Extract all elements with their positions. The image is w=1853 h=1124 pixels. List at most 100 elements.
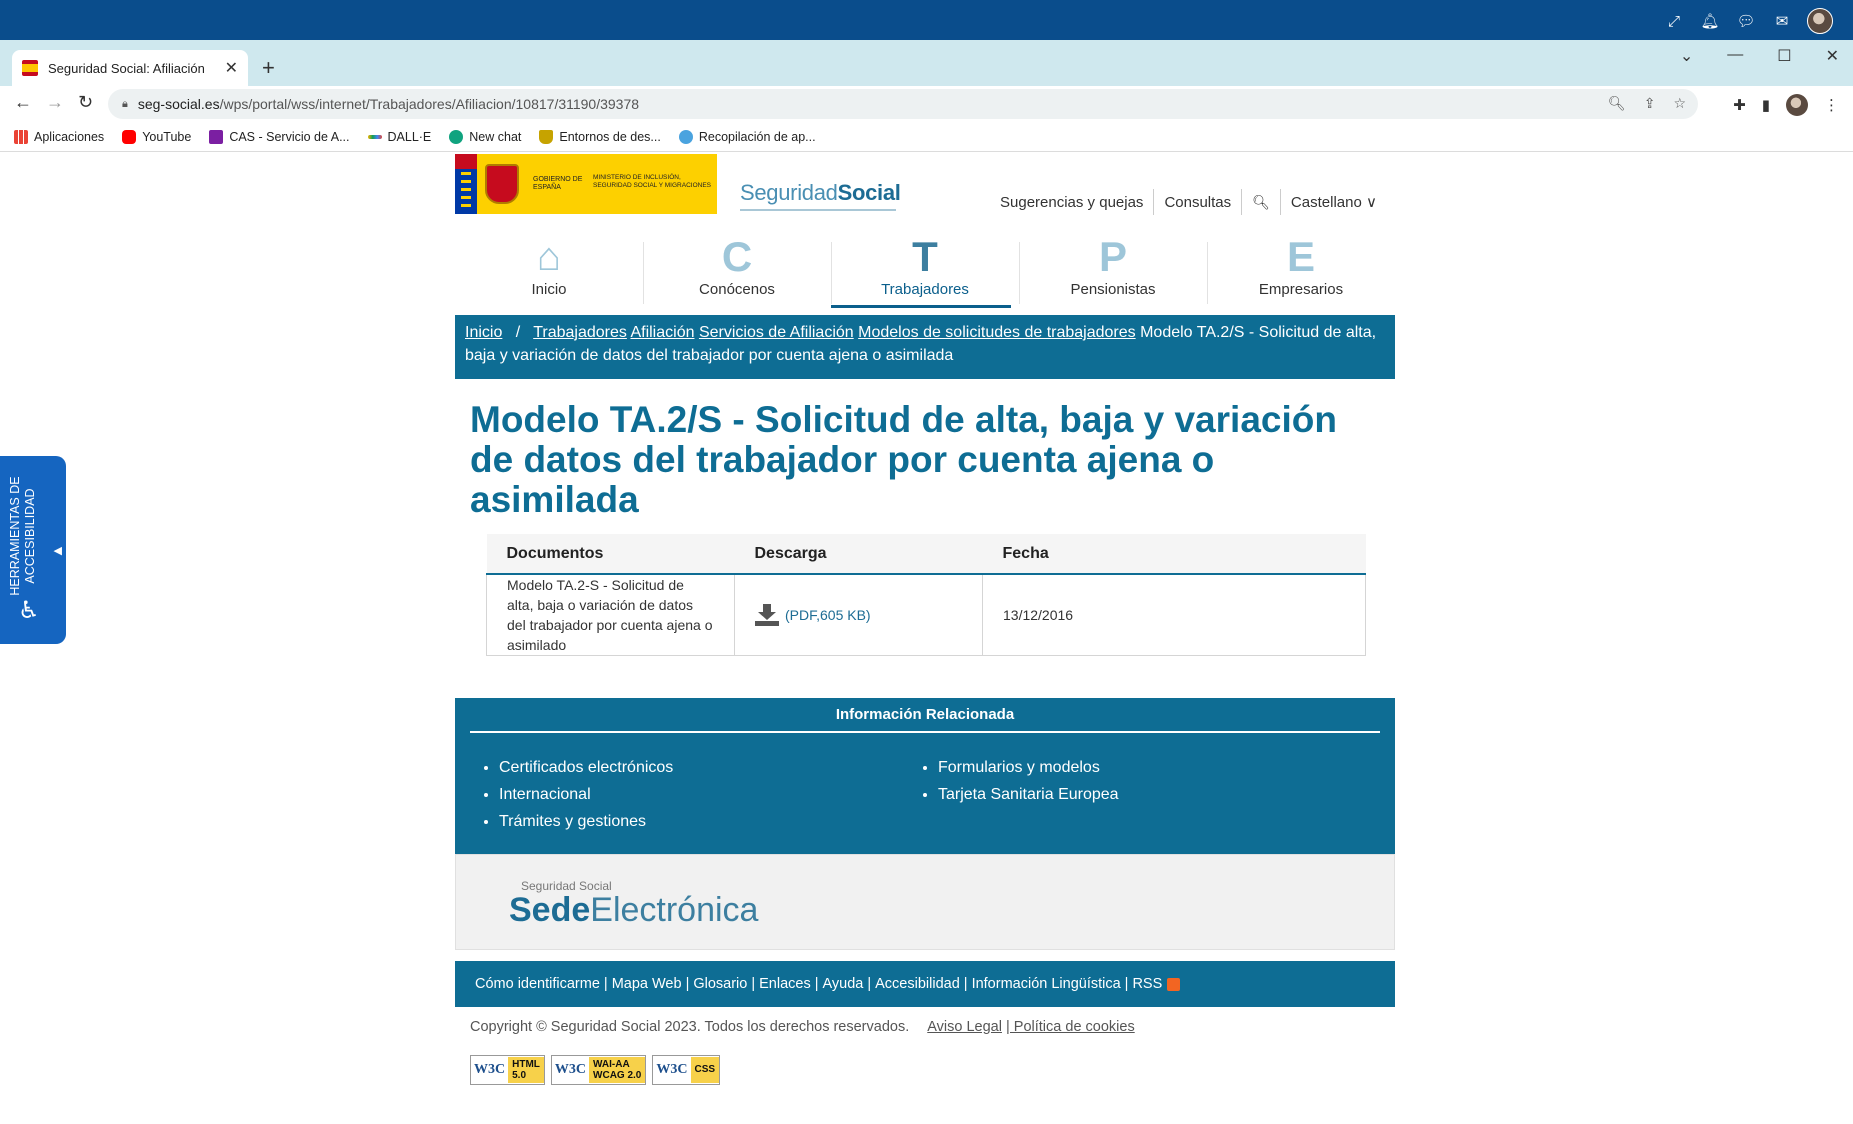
table-row: Modelo TA.2-S - Solicitud de alta, baja … [486,573,1366,656]
bookmarks-bar: Aplicaciones YouTube CAS - Servicio de A… [0,122,1853,152]
brand-bold: Social [837,180,901,205]
nav-label: Trabajadores [881,281,969,298]
bookmark-cas[interactable]: CAS - Servicio de A... [209,129,350,144]
breadcrumb: Inicio / Trabajadores Afiliación Servici… [455,315,1395,379]
w3c-badges: W3C HTML 5.0 W3C WAI-AA WCAG 2.0 W3C CSS [470,1055,721,1085]
w3c-text: W3C [656,1062,688,1077]
nav-label: Pensionistas [1070,281,1156,298]
mail-icon[interactable]: ✉ [1771,10,1793,32]
related-link[interactable]: Trámites y gestiones [499,808,673,835]
bookmark-label: Aplicaciones [34,129,105,144]
breadcrumb-afiliacion[interactable]: Afiliación [630,324,694,341]
badge-text: CSS [690,1057,720,1083]
seguridad-social-logo[interactable]: SeguridadSocial [740,180,901,206]
bell-icon[interactable]: 🔔︎ [1699,10,1721,32]
bookmark-star-icon[interactable]: ☆ [1673,95,1686,112]
badge-text: HTML 5.0 [508,1057,544,1083]
related-link[interactable]: Formularios y modelos [938,754,1119,781]
url-input[interactable]: 🔒︎ seg-social.es /wps/portal/wss/interne… [108,89,1698,119]
extensions-icon[interactable]: ✚ [1733,96,1746,114]
bookmark-entornos[interactable]: Entornos de des... [539,129,661,144]
browser-tabstrip: Seguridad Social: Afiliación ✕ + [0,40,1853,86]
breadcrumb-separator: / [515,324,521,341]
nav-conocenos[interactable]: C Conócenos [643,234,831,308]
minimize-icon[interactable]: — [1727,46,1743,66]
footer-link-identificarme[interactable]: Cómo identificarme [475,976,600,992]
bookmark-recopilacion[interactable]: Recopilación de ap... [678,129,816,144]
breadcrumb-servicios[interactable]: Servicios de Afiliación [699,324,854,341]
expand-icon[interactable]: ⤢ [1663,10,1685,32]
related-link[interactable]: Tarjeta Sanitaria Europea [938,781,1119,808]
chat-icon[interactable]: 💬︎ [1735,10,1757,32]
tab-title: Seguridad Social: Afiliación [48,60,205,76]
w3c-wcag-badge[interactable]: W3C WAI-AA WCAG 2.0 [550,1055,647,1085]
nav-inicio[interactable]: ⌂ Inicio [455,234,643,308]
breadcrumb-modelos[interactable]: Modelos de solicitudes de trabajadores [858,324,1136,341]
tab-search-icon[interactable]: ⌄ [1680,46,1693,66]
queries-link[interactable]: Consultas [1164,194,1231,211]
nav-pensionistas[interactable]: P Pensionistas [1019,234,1207,308]
letter-t-icon: T [912,233,938,280]
documents-table: Documentos Descarga Fecha Modelo TA.2-S … [486,534,1366,656]
back-icon[interactable]: ← [14,92,32,113]
bookmark-dalle[interactable]: DALL·E [367,130,431,144]
close-tab-icon[interactable]: ✕ [225,58,238,78]
aviso-legal-link[interactable]: Aviso Legal [927,1019,1002,1035]
profile-avatar[interactable] [1786,94,1808,116]
maximize-icon[interactable]: ☐ [1777,46,1791,66]
menu-dots-icon[interactable]: ⋮ [1824,96,1839,114]
footer-link-rss[interactable]: RSS [1132,976,1162,992]
breadcrumb-home[interactable]: Inicio [465,324,502,341]
w3c-text: W3C [554,1062,587,1077]
bookmark-label: CAS - Servicio de A... [229,129,350,144]
cookies-link[interactable]: | Política de cookies [1006,1019,1135,1035]
nav-label: Conócenos [699,281,775,298]
share-icon[interactable]: ⇪ [1644,95,1656,112]
bookmark-aplicaciones[interactable]: Aplicaciones [14,129,105,144]
w3c-text: W3C [474,1062,506,1077]
lock-icon[interactable]: 🔒︎ [122,98,128,111]
brand-underline [740,209,896,211]
nav-empresarios[interactable]: E Empresarios [1207,234,1395,308]
download-link[interactable]: (PDF,605 KB) [755,604,962,626]
forward-icon[interactable]: → [46,92,64,113]
cloud-icon [678,129,693,144]
gobierno-logo[interactable]: GOBIERNO DE ESPAÑA MINISTERIO DE INCLUSI… [455,154,717,214]
suggestions-link[interactable]: Sugerencias y quejas [1000,194,1143,211]
footer-link-ayuda[interactable]: Ayuda [823,976,864,992]
sede-electronica-banner[interactable]: Seguridad Social SedeElectrónica [455,854,1395,950]
col-documentos: Documentos [486,534,735,575]
bookmark-label: New chat [469,129,522,144]
close-window-icon[interactable]: ✕ [1826,46,1839,66]
accessibility-person-icon: ♿︎ [18,597,40,624]
coat-of-arms-icon [485,164,519,204]
w3c-css-badge[interactable]: W3C CSS [652,1055,721,1085]
footer-link-accesibilidad[interactable]: Accesibilidad [875,976,960,992]
browser-tab[interactable]: Seguridad Social: Afiliación ✕ [12,50,248,86]
address-bar-row: ← → ↻ 🔒︎ seg-social.es /wps/portal/wss/i… [0,86,1853,122]
zoom-icon[interactable]: 🔍︎ [1608,95,1626,112]
related-link[interactable]: Internacional [499,781,673,808]
rss-icon[interactable] [1167,977,1181,991]
user-avatar[interactable] [1807,8,1833,34]
sidepanel-icon[interactable]: ▮ [1762,96,1770,114]
footer-link-info-linguistica[interactable]: Información Lingüística [972,976,1121,992]
new-tab-button[interactable]: + [262,55,275,81]
footer-link-enlaces[interactable]: Enlaces [759,976,811,992]
accessibility-tools-tab[interactable]: HERRAMIENTAS DE ACCESIBILIDAD ◀ ♿︎ [0,456,66,644]
related-list-right: Formularios y modelos Tarjeta Sanitaria … [922,754,1119,808]
bookmark-youtube[interactable]: YouTube [122,129,191,144]
footer-link-glosario[interactable]: Glosario [693,976,747,992]
language-selector[interactable]: Castellano ∨ [1291,193,1377,211]
search-icon[interactable]: 🔍︎ [1252,194,1270,211]
w3c-html5-badge[interactable]: W3C HTML 5.0 [470,1055,545,1085]
reload-icon[interactable]: ↻ [78,92,93,113]
breadcrumb-trabajadores[interactable]: Trabajadores [533,324,627,341]
download-icon [755,604,779,626]
related-link[interactable]: Certificados electrónicos [499,754,673,781]
nav-trabajadores[interactable]: T Trabajadores [831,234,1019,308]
footer-link-mapa-web[interactable]: Mapa Web [612,976,682,992]
nav-label: Inicio [531,281,567,298]
favicon-icon [22,60,38,76]
bookmark-new-chat[interactable]: New chat [449,129,522,144]
